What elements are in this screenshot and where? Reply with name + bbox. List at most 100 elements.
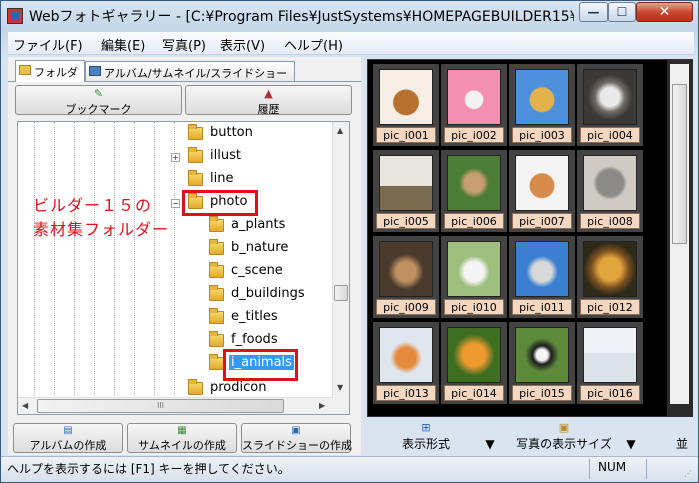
tree-guide [74,122,75,402]
scroll-thumb[interactable] [334,285,348,301]
scroll-thumb[interactable]: III [37,399,284,413]
photo-size-button[interactable]: ▣ 写真の表示サイズ [505,421,623,453]
photo-thumbnail [379,155,433,211]
scroll-up-icon[interactable]: ▲ [337,126,343,135]
thumbnail-item[interactable]: pic_i005 [373,150,439,232]
photo-thumbnail [447,69,501,125]
folder-icon [209,239,224,255]
thumbnail-label: pic_i009 [376,299,436,315]
create-slideshow-label: スライドショーの作成 [242,439,352,452]
thumbnail-label: pic_i007 [512,213,572,229]
tree-node-label: prodicon [210,380,267,395]
tab-album-label: アルバム/サムネイル/スライドショー [104,67,288,80]
folder-icon [209,285,224,301]
expand-icon[interactable]: + [171,153,180,162]
thumbnail-label: pic_i003 [512,127,572,143]
photo-thumbnail [447,155,501,211]
tab-folder[interactable]: フォルダ [15,60,85,82]
thumbnail-item[interactable]: pic_i014 [441,322,507,404]
tree-guide [134,122,135,402]
create-thumbnail-label: サムネイルの作成 [138,439,226,452]
scroll-thumb[interactable] [672,84,687,244]
highlight-box [182,190,258,216]
scroll-right-icon[interactable]: ▶ [319,401,325,410]
thumbnail-item[interactable]: pic_i002 [441,64,507,146]
thumbnail-item[interactable]: pic_i003 [509,64,575,146]
thumbnail-item[interactable]: pic_i004 [577,64,643,146]
folder-icon [209,331,224,347]
scroll-down-icon[interactable]: ▼ [337,383,343,392]
photo-thumbnail [515,155,569,211]
app-icon[interactable] [7,8,23,24]
tree-vertical-scrollbar[interactable]: ▲ ▼ [332,122,349,414]
photo-thumbnail [583,155,637,211]
view-format-button[interactable]: ⊞ 表示形式 [391,421,461,453]
thumbnail-item[interactable]: pic_i007 [509,150,575,232]
close-button[interactable]: ✕ [636,2,693,22]
thumbnail-label: pic_i002 [444,127,504,143]
thumbnail-item[interactable]: pic_i001 [373,64,439,146]
folder-icon [209,308,224,324]
photo-thumbnail [379,69,433,125]
thumbnail-label: pic_i004 [580,127,640,143]
create-album-label: アルバムの作成 [29,439,107,452]
photo-thumbnail [583,327,637,383]
create-slideshow-button[interactable]: ▣ スライドショーの作成 [241,423,352,453]
thumbnail-item[interactable]: pic_i010 [441,236,507,318]
thumbnail-item[interactable]: pic_i015 [509,322,575,404]
chevron-down-icon: ▼ [485,437,495,451]
thumbnail-label: pic_i012 [580,299,640,315]
thumbnail-gallery: pic_i001 pic_i002 pic_i003 pic_i004 pic_… [367,59,693,417]
minimize-button[interactable]: — [579,2,608,22]
annotation-text: 素材集フォルダー [33,220,170,239]
folder-icon [209,216,224,232]
scroll-left-icon[interactable]: ◀ [22,401,28,410]
history-button[interactable]: ▲ 履歴 [185,85,352,116]
tree-guide [94,122,95,402]
title-bar[interactable]: Webフォトギャラリー - [C:¥Program Files¥JustSyst… [1,1,698,31]
collapse-icon[interactable]: − [171,199,180,208]
album-icon [89,66,101,76]
gallery-scrollbar[interactable] [667,60,693,416]
thumbnail-item[interactable]: pic_i011 [509,236,575,318]
menu-photo[interactable]: 写真(P) [162,35,206,54]
window-title: Webフォトギャラリー - [C:¥Program Files¥JustSyst… [29,9,574,25]
thumbnail-label: pic_i001 [376,127,436,143]
create-album-button[interactable]: ▤ アルバムの作成 [13,423,123,453]
thumbnail-icon: ▦ [177,425,187,436]
menu-help[interactable]: ヘルプ(H) [284,35,343,54]
thumbnail-item[interactable]: pic_i016 [577,322,643,404]
thumbnail-item[interactable]: pic_i009 [373,236,439,318]
menu-edit[interactable]: 編集(E) [101,35,145,54]
tree-node-label: f_foods [231,332,278,347]
num-lock-indicator: NUM [598,460,627,474]
folder-icon [188,170,203,186]
folder-tree[interactable]: button + illust line − photo a_plants b_… [17,121,350,415]
folder-icon [188,147,203,163]
maximize-button[interactable]: ☐ [608,2,636,22]
resize-grip-icon[interactable]: ⋰ [684,469,692,478]
folder-icon [19,65,31,75]
menu-view[interactable]: 表示(V) [220,35,265,54]
tab-album[interactable]: アルバム/サムネイル/スライドショー [85,61,295,82]
tree-node-label: illust [210,148,241,163]
folder-panel: フォルダ アルバム/サムネイル/スライドショー ✎ ブックマーク ▲ 履歴 bu… [8,57,361,455]
photo-thumbnail [515,69,569,125]
tree-guide [54,122,55,402]
app-window: Webフォトギャラリー - [C:¥Program Files¥JustSyst… [0,0,699,483]
menu-file[interactable]: ファイル(F) [13,35,83,54]
tree-node[interactable]: + illust [171,147,291,167]
thumbnail-label: pic_i014 [444,385,504,401]
thumbnail-item[interactable]: pic_i013 [373,322,439,404]
tree-node-label: d_buildings [231,286,305,301]
annotation-text: ビルダー１５の [33,196,153,215]
create-thumbnail-button[interactable]: ▦ サムネイルの作成 [127,423,237,453]
thumbnail-item[interactable]: pic_i006 [441,150,507,232]
tree-horizontal-scrollbar[interactable]: ◀ III ▶ [18,397,333,414]
tree-node-label: e_titles [231,309,278,324]
thumbnail-item[interactable]: pic_i012 [577,236,643,318]
thumbnail-label: pic_i015 [512,385,572,401]
thumbnail-label: pic_i013 [376,385,436,401]
thumbnail-item[interactable]: pic_i008 [577,150,643,232]
bookmark-button[interactable]: ✎ ブックマーク [15,85,182,116]
